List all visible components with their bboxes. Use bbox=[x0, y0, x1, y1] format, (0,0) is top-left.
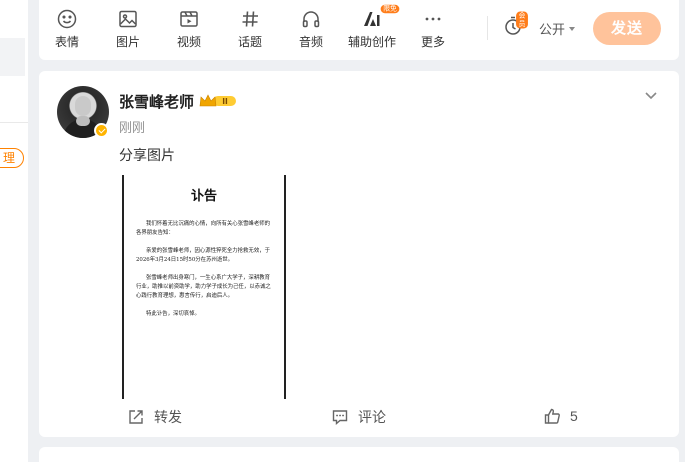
audio-icon bbox=[302, 11, 320, 28]
chevron-down-icon[interactable] bbox=[643, 87, 659, 103]
like-count: 5 bbox=[570, 408, 578, 424]
scheduled-post-button[interactable]: 会员 bbox=[503, 11, 528, 38]
more-label: 更多 bbox=[420, 35, 445, 49]
notice-body: 我们怀着无比沉痛的心情，向所有关心张雪峰老师的各界朋友告知： 亲爱的张雪峰老师，… bbox=[136, 220, 272, 328]
ai-assist-button[interactable]: 限免 辅助创作 bbox=[342, 4, 402, 50]
video-button[interactable]: 视频 bbox=[159, 8, 219, 50]
video-label: 视频 bbox=[176, 35, 201, 49]
level-badge-text: II bbox=[222, 97, 228, 106]
video-icon bbox=[180, 11, 198, 27]
vip-badge: 会员 bbox=[516, 11, 528, 29]
toolbar-divider bbox=[487, 16, 488, 40]
hashtag-icon bbox=[242, 11, 258, 27]
like-button[interactable]: 5 bbox=[543, 407, 578, 425]
emoji-button[interactable]: 表情 bbox=[37, 8, 97, 50]
ai-assist-icon bbox=[364, 12, 380, 26]
repost-icon bbox=[129, 410, 143, 424]
send-button[interactable]: 发送 bbox=[593, 12, 661, 45]
more-button[interactable]: 更多 bbox=[403, 8, 463, 50]
notice-paragraph: 特此讣告，深切哀悼。 bbox=[146, 311, 200, 317]
post-time[interactable]: 刚刚 bbox=[119, 117, 145, 136]
free-badge: 限免 bbox=[380, 4, 400, 14]
notice-paragraph: 亲爱的张雪峰老师，因心源性猝死全力抢救无效，于2026年3月24日15时50分在… bbox=[136, 248, 270, 263]
audio-label: 音频 bbox=[298, 35, 323, 49]
sidebar-divider bbox=[0, 122, 28, 123]
left-sidebar-edge bbox=[0, 0, 28, 462]
author-name[interactable]: 张雪峰老师 bbox=[119, 91, 194, 112]
repost-label: 转发 bbox=[154, 409, 182, 425]
compose-toolbar: 表情 图片 视频 话题 音频 限免 辅助创作 更多 会员 公开 发送 bbox=[39, 0, 679, 60]
topic-label: 话题 bbox=[237, 35, 262, 49]
comment-button[interactable]: 评论 bbox=[331, 407, 386, 427]
comment-icon bbox=[332, 410, 348, 426]
notice-title: 讣告 bbox=[190, 189, 217, 204]
post-actions: 转发 评论 5 bbox=[39, 407, 679, 431]
ai-assist-label: 辅助创作 bbox=[347, 35, 396, 49]
manage-button[interactable]: 理 bbox=[0, 148, 25, 168]
visibility-select[interactable]: 公开 bbox=[539, 19, 576, 38]
notice-paragraph: 我们怀着无比沉痛的心情，向所有关心张雪峰老师的各界朋友告知： bbox=[136, 221, 270, 236]
image-label: 图片 bbox=[115, 35, 140, 49]
notice-paragraph: 张雪峰老师出身寒门，一生心系广大学子，深耕教育行业，助推以前资助学，助力学子成长… bbox=[136, 275, 271, 299]
chevron-down-icon bbox=[569, 26, 576, 31]
repost-button[interactable]: 转发 bbox=[127, 407, 182, 427]
feed-post: 张雪峰老师 II 刚刚 分享图片 讣告 我们怀着无比沉痛的心情，向所有关心张雪峰… bbox=[39, 71, 679, 437]
post-image[interactable]: 讣告 我们怀着无比沉痛的心情，向所有关心张雪峰老师的各界朋友告知： 亲爱的张雪峰… bbox=[122, 175, 286, 399]
image-button[interactable]: 图片 bbox=[98, 8, 158, 50]
sidebar-block bbox=[0, 38, 25, 76]
image-icon bbox=[119, 10, 137, 28]
visibility-value: 公开 bbox=[539, 22, 566, 37]
emoji-label: 表情 bbox=[54, 35, 79, 49]
comment-label: 评论 bbox=[358, 409, 386, 425]
emoji-icon bbox=[57, 9, 77, 29]
verified-badge-icon bbox=[94, 123, 109, 138]
thumbs-up-icon bbox=[544, 408, 560, 424]
topic-button[interactable]: 话题 bbox=[220, 8, 280, 50]
audio-button[interactable]: 音频 bbox=[281, 8, 341, 50]
vip-crown-icon[interactable]: II bbox=[199, 94, 237, 108]
post-text: 分享图片 bbox=[119, 147, 175, 163]
more-icon bbox=[425, 17, 441, 21]
next-feed-post bbox=[39, 447, 679, 462]
